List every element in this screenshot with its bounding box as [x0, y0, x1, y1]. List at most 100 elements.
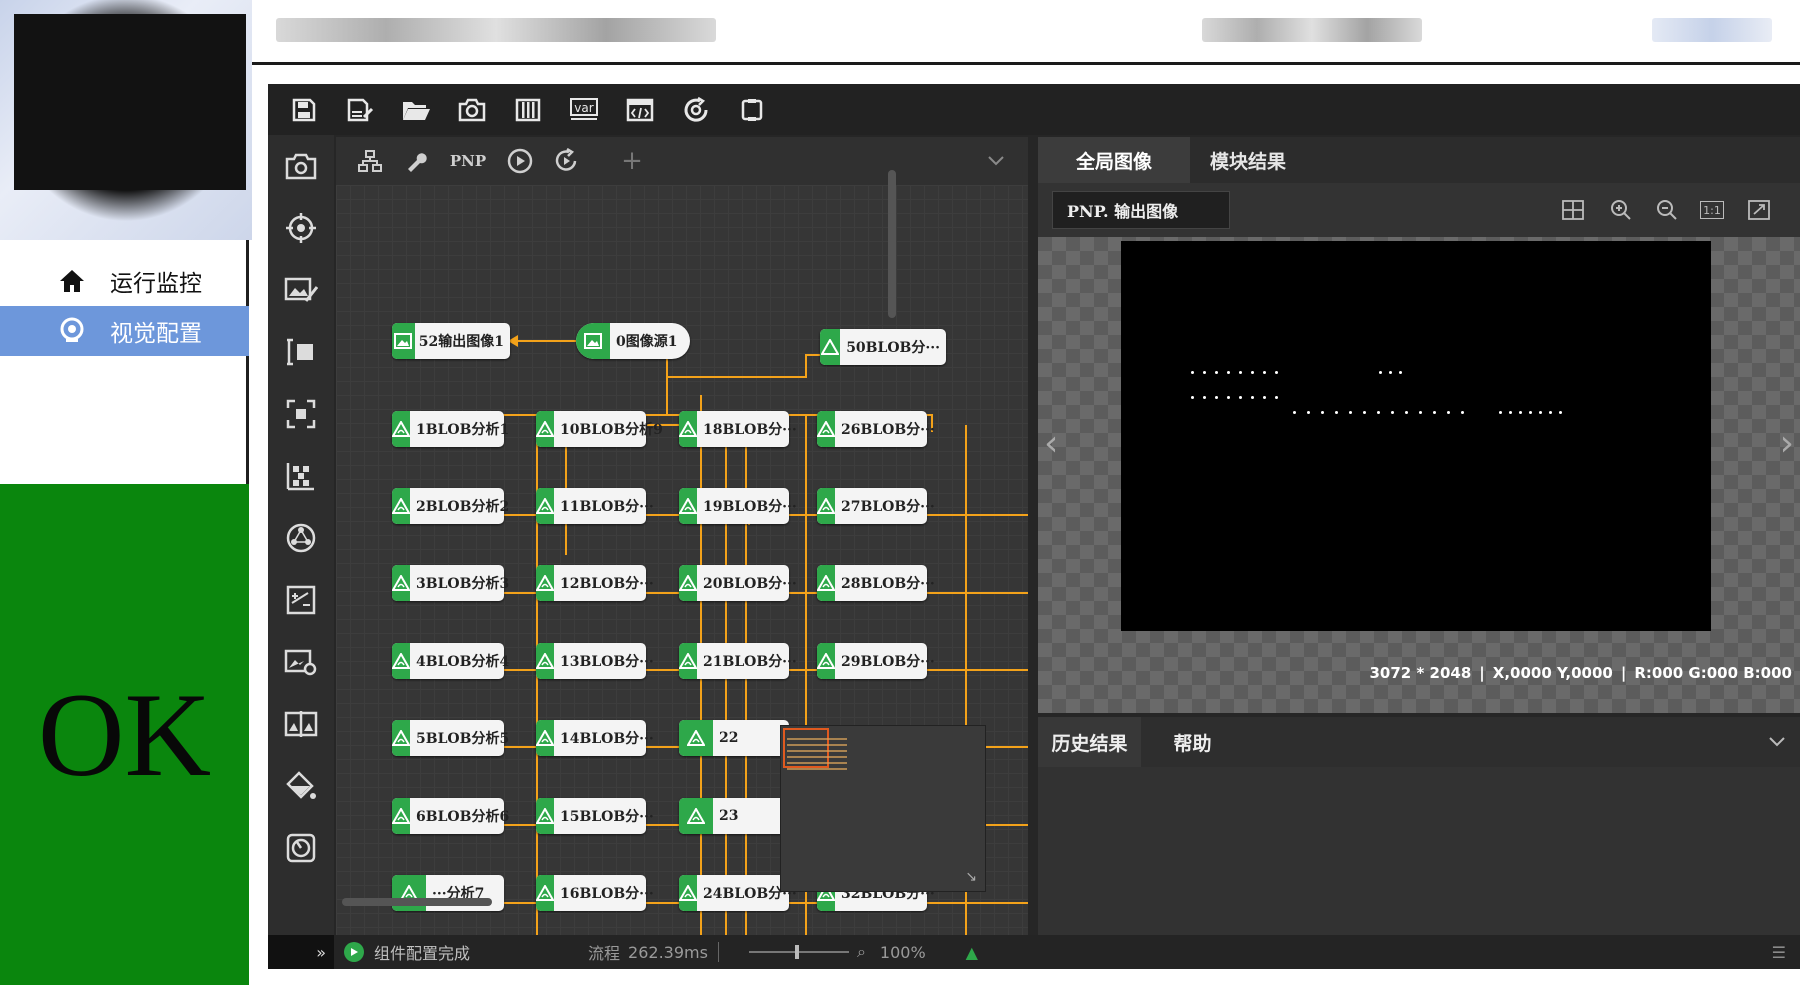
add-flow-icon[interactable]: +: [612, 143, 652, 179]
history-panel: [1038, 767, 1800, 935]
image-toolbar: PNP. 输出图像 1:1: [1038, 183, 1800, 237]
prev-image-icon[interactable]: ‹: [1044, 423, 1058, 464]
node-blob[interactable]: 4BLOB分析4: [392, 643, 509, 679]
canvas-minimap[interactable]: ↘: [780, 725, 986, 892]
blob-icon: [536, 720, 554, 756]
sidebar-item-run-monitor[interactable]: 运行监控: [0, 256, 249, 306]
sidebar-item-vision-config[interactable]: 视觉配置: [0, 306, 249, 356]
svg-text:var: var: [574, 101, 593, 115]
zoom-out-icon[interactable]: [1652, 195, 1682, 225]
canvas-toolbar: PNP +: [336, 137, 1028, 185]
node-blob[interactable]: 23: [679, 798, 789, 834]
fill-icon[interactable]: [280, 765, 322, 807]
collapse-chevron-icon[interactable]: [1768, 733, 1786, 752]
next-image-icon[interactable]: ›: [1780, 423, 1794, 464]
fullscreen-icon[interactable]: [1744, 195, 1774, 225]
node-blob[interactable]: 6BLOB分析6: [392, 798, 509, 834]
tab-module-result[interactable]: 模块结果: [1190, 137, 1306, 183]
flow-label: 流程: [588, 944, 621, 963]
alert-triangle-icon[interactable]: ▲: [966, 943, 978, 962]
code-window-icon[interactable]: [616, 90, 664, 130]
zoom-slider[interactable]: [748, 945, 849, 959]
node-blob[interactable]: 28BLOB分···: [817, 565, 935, 601]
blob-icon: [679, 565, 697, 601]
blob-icon: [679, 720, 713, 756]
calculator-icon[interactable]: [280, 579, 322, 621]
node-blob[interactable]: 21BLOB分···: [679, 643, 797, 679]
var-icon[interactable]: var: [560, 90, 608, 130]
flow-tree-icon[interactable]: [350, 143, 390, 179]
columns-icon[interactable]: [504, 90, 552, 130]
node-blob[interactable]: 27BLOB分···: [817, 488, 935, 524]
node-blob[interactable]: 1BLOB分析1: [392, 411, 509, 447]
tab-help[interactable]: 帮助: [1141, 717, 1244, 767]
pnp-label[interactable]: PNP: [442, 143, 494, 179]
grid-icon[interactable]: [1558, 195, 1588, 225]
image-settings-icon[interactable]: [280, 641, 322, 683]
node-blob[interactable]: 3BLOB分析3: [392, 565, 509, 601]
node-blob[interactable]: 10BLOB分析9: [536, 411, 663, 447]
node-blob[interactable]: 14BLOB分···: [536, 720, 654, 756]
calibration-icon[interactable]: [280, 455, 322, 497]
tab-global-image[interactable]: 全局图像: [1038, 137, 1190, 183]
actual-size-icon[interactable]: 1:1: [1700, 201, 1724, 219]
blob-icon: [392, 411, 410, 447]
node-blob[interactable]: 22: [679, 720, 789, 756]
open-folder-icon[interactable]: [392, 90, 440, 130]
canvas-scrollbar[interactable]: [888, 170, 896, 318]
focus-frame-icon[interactable]: [280, 393, 322, 435]
measure-icon[interactable]: [280, 331, 322, 373]
resize-corner-icon[interactable]: ↘: [965, 869, 977, 885]
rotate-target-icon[interactable]: [672, 90, 720, 130]
menu-icon[interactable]: ☰: [1772, 943, 1786, 962]
blob-icon: [817, 643, 835, 679]
horizontal-scrollbar[interactable]: [342, 898, 492, 906]
image-viewer[interactable]: ‹ › 3072 * 2048 | X,0000 Y,0000 | R:000 …: [1038, 237, 1800, 713]
network-icon[interactable]: [280, 517, 322, 559]
node-blob[interactable]: 12BLOB分···: [536, 565, 654, 601]
save-icon[interactable]: [280, 90, 328, 130]
node-blob[interactable]: 50BLOB分···: [820, 329, 946, 365]
node-blob[interactable]: 15BLOB分···: [536, 798, 654, 834]
node-blob[interactable]: 11BLOB分···: [536, 488, 654, 524]
blob-icon: [679, 643, 697, 679]
node-blob[interactable]: 20BLOB分···: [679, 565, 797, 601]
tab-history-result[interactable]: 历史结果: [1038, 717, 1141, 767]
blob-icon: [817, 488, 835, 524]
camera-icon[interactable]: [448, 90, 496, 130]
zoom-level: 100%: [879, 942, 926, 962]
image-select[interactable]: PNP. 输出图像: [1052, 191, 1230, 229]
expand-sidebar-icon[interactable]: »: [268, 935, 334, 969]
run-loop-icon[interactable]: [546, 143, 586, 179]
image-edit-icon[interactable]: [280, 269, 322, 311]
gauge-icon[interactable]: [280, 827, 322, 869]
chevron-down-icon[interactable]: [976, 143, 1016, 179]
image-source-icon[interactable]: [280, 145, 322, 187]
compare-icon[interactable]: [280, 703, 322, 745]
blob-icon: [679, 488, 697, 524]
node-blob[interactable]: 29BLOB分···: [817, 643, 935, 679]
save-as-icon[interactable]: [336, 90, 384, 130]
locate-icon[interactable]: [280, 207, 322, 249]
zoom-in-icon[interactable]: [1606, 195, 1636, 225]
blob-icon: [392, 720, 410, 756]
sidebar-item-label: 视觉配置: [110, 321, 202, 347]
zoom-icon[interactable]: ⌕: [857, 942, 866, 962]
node-blob[interactable]: 18BLOB分···: [679, 411, 797, 447]
node-output-image[interactable]: 52输出图像1: [392, 323, 510, 359]
device-icon[interactable]: [728, 90, 776, 130]
blob-icon: [392, 643, 410, 679]
node-blob[interactable]: 5BLOB分析5: [392, 720, 509, 756]
run-once-icon[interactable]: [500, 143, 540, 179]
node-blob[interactable]: 16BLOB分···: [536, 875, 654, 911]
node-blob[interactable]: 24BLOB分···: [679, 875, 797, 911]
blob-icon: [820, 329, 841, 365]
node-blob[interactable]: 26BLOB分···: [817, 411, 935, 447]
node-blob[interactable]: 13BLOB分···: [536, 643, 654, 679]
node-image-source[interactable]: 0图像源1: [576, 323, 690, 359]
wrench-icon[interactable]: [396, 143, 436, 179]
node-blob[interactable]: 19BLOB分···: [679, 488, 797, 524]
blob-icon: [536, 488, 554, 524]
cursor-position: X,0000 Y,0000: [1492, 664, 1613, 682]
node-blob[interactable]: 2BLOB分析2: [392, 488, 509, 524]
